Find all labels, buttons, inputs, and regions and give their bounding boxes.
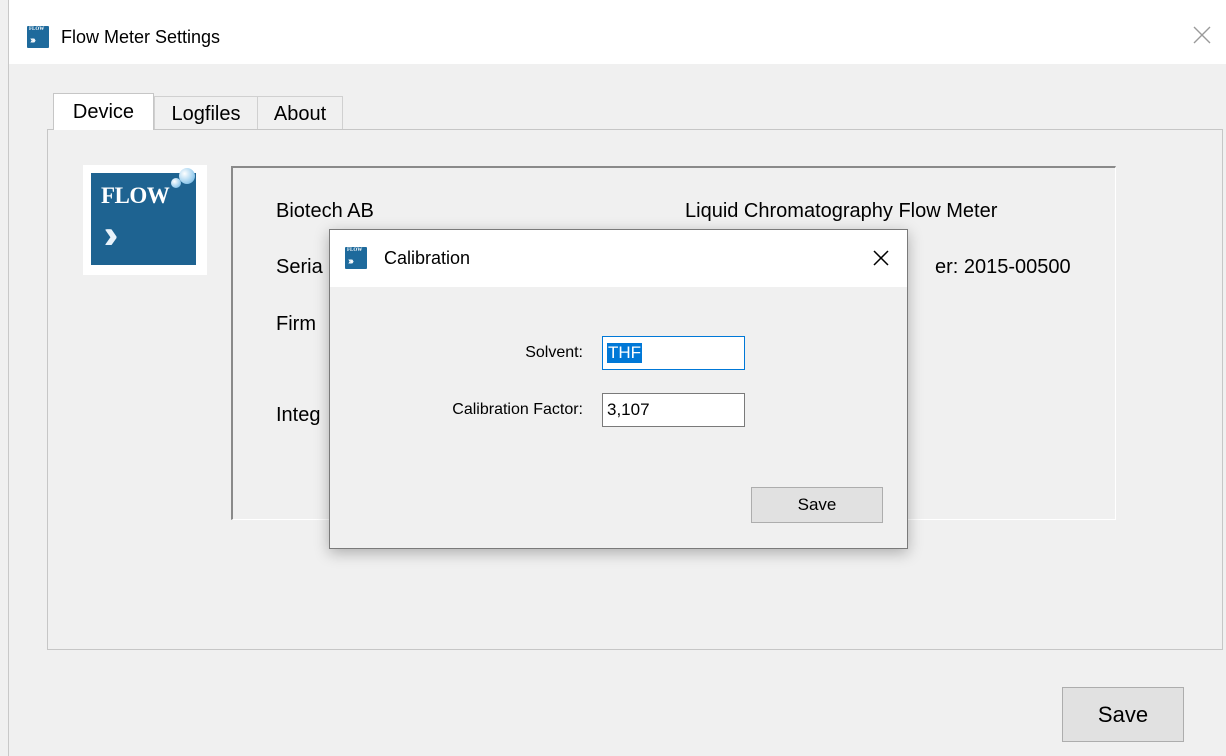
- window-title: Flow Meter Settings: [61, 27, 221, 47]
- dialog-save-button[interactable]: Save: [751, 487, 883, 523]
- flow-logo-icon: FLOW ›››: [83, 165, 207, 275]
- firmware-label: Firm: [276, 313, 316, 335]
- solvent-value: THF: [607, 343, 643, 363]
- serial-value: er: 2015-00500: [935, 256, 1071, 278]
- solvent-label: Solvent:: [525, 344, 583, 361]
- save-button[interactable]: Save: [1062, 687, 1184, 742]
- tab-device[interactable]: Device: [53, 93, 154, 130]
- company-name: Biotech AB: [276, 200, 374, 222]
- title-bar: FLOW ››› Flow Meter Settings: [9, 0, 1226, 64]
- tab-about[interactable]: About: [258, 96, 343, 131]
- flow-app-icon: FLOW ›››: [345, 247, 367, 269]
- integration-label: Integ: [276, 404, 321, 426]
- logo-bubble-small: [171, 178, 181, 188]
- dialog-title: Calibration: [384, 248, 471, 268]
- serial-label: Seria: [276, 256, 323, 278]
- calibration-factor-input[interactable]: 3,107: [602, 393, 745, 427]
- logo-text: FLOW: [101, 183, 170, 208]
- calibration-dialog: FLOW ››› Calibration Solvent: THF Calibra…: [329, 229, 908, 549]
- close-icon[interactable]: [1191, 24, 1213, 46]
- calibration-factor-label: Calibration Factor:: [452, 401, 583, 418]
- close-icon[interactable]: [869, 246, 893, 270]
- product-name: Liquid Chromatography Flow Meter: [685, 200, 998, 222]
- flow-app-icon: FLOW ›››: [27, 26, 49, 48]
- solvent-input[interactable]: THF: [602, 336, 745, 370]
- dialog-title-bar: FLOW ››› Calibration: [330, 230, 907, 287]
- tab-logfiles[interactable]: Logfiles: [154, 96, 258, 131]
- calibration-factor-value: 3,107: [607, 400, 650, 419]
- logo-bubble: [179, 168, 195, 184]
